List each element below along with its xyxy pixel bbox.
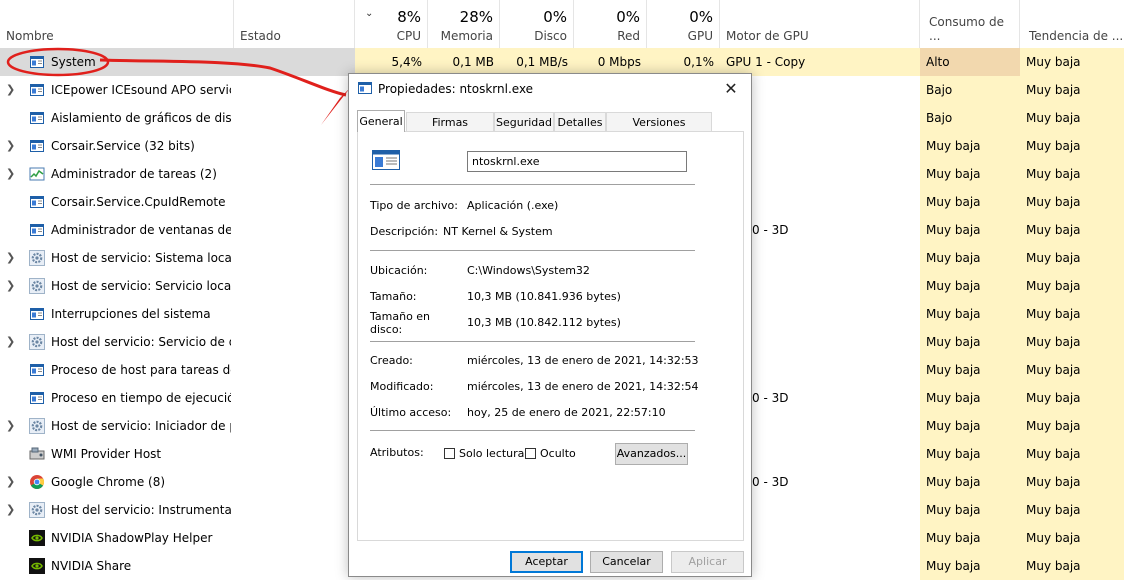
file-type-label: Tipo de archivo: — [370, 199, 458, 212]
separator — [370, 250, 695, 251]
created-label: Creado: — [370, 354, 413, 367]
hidden-checkbox[interactable] — [525, 448, 536, 459]
separator — [370, 430, 695, 431]
file-type-value: Aplicación (.exe) — [467, 199, 559, 212]
accessed-value: hoy, 25 de enero de 2021, 22:57:10 — [467, 406, 666, 419]
annotation-circle — [6, 47, 110, 77]
ok-button[interactable]: Aceptar — [510, 551, 583, 573]
disk-size-label-line2: disco: — [370, 323, 403, 336]
disk-size-label-line1: Tamaño en — [370, 310, 431, 323]
hidden-label: Oculto — [540, 447, 576, 460]
tab-previous-versions[interactable]: Versiones anteriores — [606, 112, 712, 148]
advanced-button[interactable]: Avanzados... — [615, 443, 688, 465]
file-window-icon — [358, 82, 372, 94]
readonly-label: Solo lectura — [459, 447, 525, 460]
description-value: NT Kernel & System — [443, 225, 553, 238]
tab-digital-signatures[interactable]: Firmas digitales — [406, 112, 494, 148]
filename-field[interactable]: ntoskrnl.exe — [467, 151, 687, 172]
location-value: C:\Windows\System32 — [467, 264, 590, 277]
readonly-checkbox[interactable] — [444, 448, 455, 459]
separator — [370, 184, 695, 185]
attributes-label: Atributos: — [370, 446, 424, 459]
modified-value: miércoles, 13 de enero de 2021, 14:32:54 — [467, 380, 699, 393]
cancel-button[interactable]: Cancelar — [590, 551, 663, 573]
close-button[interactable]: ✕ — [711, 74, 751, 104]
size-value: 10,3 MB (10.841.936 bytes) — [467, 290, 621, 303]
accessed-label: Último acceso: — [370, 406, 452, 419]
disk-size-value: 10,3 MB (10.842.112 bytes) — [467, 316, 621, 329]
close-icon: ✕ — [724, 79, 738, 98]
separator — [370, 341, 695, 342]
exe-file-icon — [372, 150, 400, 170]
tab-details[interactable]: Detalles — [554, 112, 606, 131]
modified-label: Modificado: — [370, 380, 434, 393]
description-label: Descripción: — [370, 225, 439, 238]
tab-security[interactable]: Seguridad — [494, 112, 554, 131]
dialog-title: Propiedades: ntoskrnl.exe — [378, 82, 534, 96]
properties-dialog: Propiedades: ntoskrnl.exe ✕ General Firm… — [348, 73, 752, 577]
general-tab-pane: ntoskrnl.exe Tipo de archivo: Aplicación… — [357, 131, 744, 541]
created-value: miércoles, 13 de enero de 2021, 14:32:53 — [467, 354, 699, 367]
location-label: Ubicación: — [370, 264, 428, 277]
size-label: Tamaño: — [370, 290, 417, 303]
tab-general[interactable]: General — [357, 110, 405, 132]
annotation-arrow-line — [99, 58, 347, 97]
apply-button[interactable]: Aplicar — [671, 551, 744, 573]
dialog-titlebar[interactable]: Propiedades: ntoskrnl.exe ✕ — [349, 74, 751, 104]
